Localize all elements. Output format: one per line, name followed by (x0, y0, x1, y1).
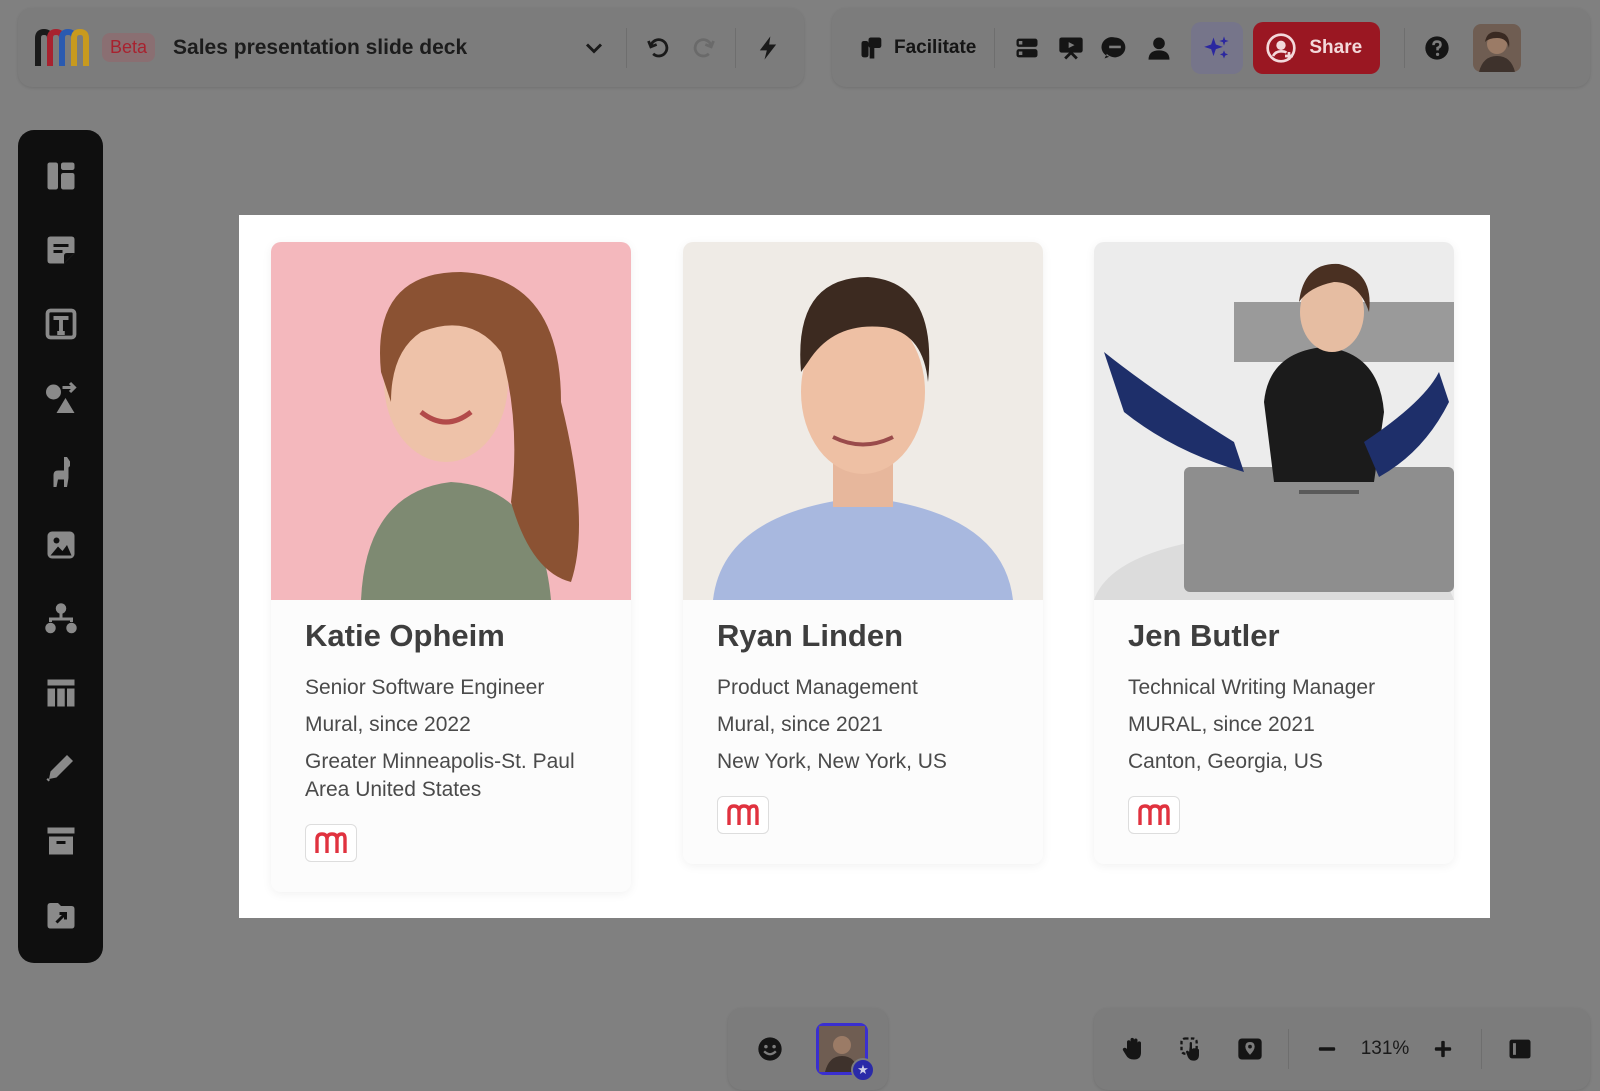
help-icon[interactable] (1415, 26, 1459, 70)
mural-logo-icon (717, 796, 769, 834)
divider (1288, 1029, 1289, 1069)
share-label: Share (1309, 36, 1363, 58)
slide-frame[interactable]: Katie Opheim Senior Software Engineer Mu… (239, 215, 1490, 918)
profile-location: Greater Minneapolis-St. Paul Area United… (305, 750, 575, 801)
facilitate-icon (861, 37, 882, 58)
add-user-icon (1266, 32, 1297, 63)
profile-card[interactable]: Ryan Linden Product Management Mural, si… (683, 242, 1043, 864)
facilitate-button[interactable]: Facilitate (850, 28, 984, 68)
topbar-right: Facilitate Share (832, 8, 1590, 87)
collaborator-avatar[interactable]: ★ (816, 1023, 875, 1082)
redo-icon[interactable] (681, 26, 725, 70)
presentation-icon[interactable] (1049, 26, 1093, 70)
beta-badge: Beta (102, 33, 156, 62)
user-avatar[interactable] (1473, 23, 1522, 72)
divider (1404, 27, 1406, 68)
profile-name: Katie Opheim (305, 618, 505, 653)
profile-company: Mural, since 2021 (717, 713, 883, 736)
profile-photo (271, 242, 631, 600)
chevron-down-icon[interactable] (572, 26, 616, 70)
image-icon[interactable] (35, 520, 87, 572)
mural-logo-icon (1128, 796, 1180, 834)
profile-card[interactable]: Jen Butler Technical Writing Manager MUR… (1094, 242, 1454, 864)
emoji-icon[interactable] (748, 1027, 792, 1071)
navigation-bar: 131% (1094, 1008, 1590, 1090)
zoom-out-icon[interactable] (1305, 1027, 1349, 1071)
profile-photo (683, 242, 1043, 600)
panel-toggle-icon[interactable] (1498, 1027, 1542, 1071)
profile-name: Jen Butler (1128, 618, 1280, 653)
map-location-icon[interactable] (1228, 1027, 1272, 1071)
zoom-in-icon[interactable] (1421, 1027, 1465, 1071)
topbar-left: Beta Sales presentation slide deck (18, 8, 804, 87)
profile-role: Technical Writing Manager (1128, 676, 1376, 699)
diagram-icon[interactable] (35, 593, 87, 645)
board-title[interactable]: Sales presentation slide deck (173, 36, 467, 60)
tools-sidebar (18, 130, 103, 963)
llama-icon[interactable] (35, 446, 87, 498)
shapes-icon[interactable] (35, 372, 87, 424)
divider (735, 27, 736, 68)
person-icon[interactable] (1137, 26, 1181, 70)
sticky-note-icon[interactable] (35, 224, 87, 276)
divider (626, 27, 627, 68)
undo-icon[interactable] (637, 26, 681, 70)
profile-photo (1094, 242, 1454, 600)
mural-logo-icon[interactable] (34, 26, 90, 70)
star-icon: ★ (851, 1058, 875, 1082)
reactions-bar: ★ (728, 1008, 888, 1090)
mural-logo-icon (305, 824, 357, 862)
text-icon[interactable] (35, 298, 87, 350)
profile-location: New York, New York, US (717, 750, 947, 773)
divider (994, 27, 996, 68)
export-icon[interactable] (35, 889, 87, 941)
profile-company: Mural, since 2022 (305, 713, 471, 736)
hand-icon[interactable] (1112, 1027, 1156, 1071)
profile-company: MURAL, since 2021 (1128, 713, 1315, 736)
profile-location: Canton, Georgia, US (1128, 750, 1323, 773)
profile-role: Senior Software Engineer (305, 676, 545, 699)
comment-icon[interactable] (1093, 26, 1137, 70)
share-button[interactable]: Share (1253, 21, 1381, 74)
pencil-icon[interactable] (35, 741, 87, 793)
profile-card[interactable]: Katie Opheim Senior Software Engineer Mu… (271, 242, 631, 892)
templates-icon[interactable] (35, 150, 87, 202)
archive-icon[interactable] (35, 815, 87, 867)
zoom-level[interactable]: 131% (1349, 1038, 1421, 1060)
profile-name: Ryan Linden (717, 618, 904, 653)
table-icon[interactable] (35, 667, 87, 719)
touch-select-icon[interactable] (1170, 1027, 1214, 1071)
lightning-icon[interactable] (746, 26, 790, 70)
profile-role: Product Management (717, 676, 918, 699)
ai-sparkle-icon[interactable] (1191, 21, 1244, 74)
divider (1481, 1029, 1482, 1069)
outline-icon[interactable] (1005, 26, 1049, 70)
facilitate-label: Facilitate (894, 36, 977, 58)
